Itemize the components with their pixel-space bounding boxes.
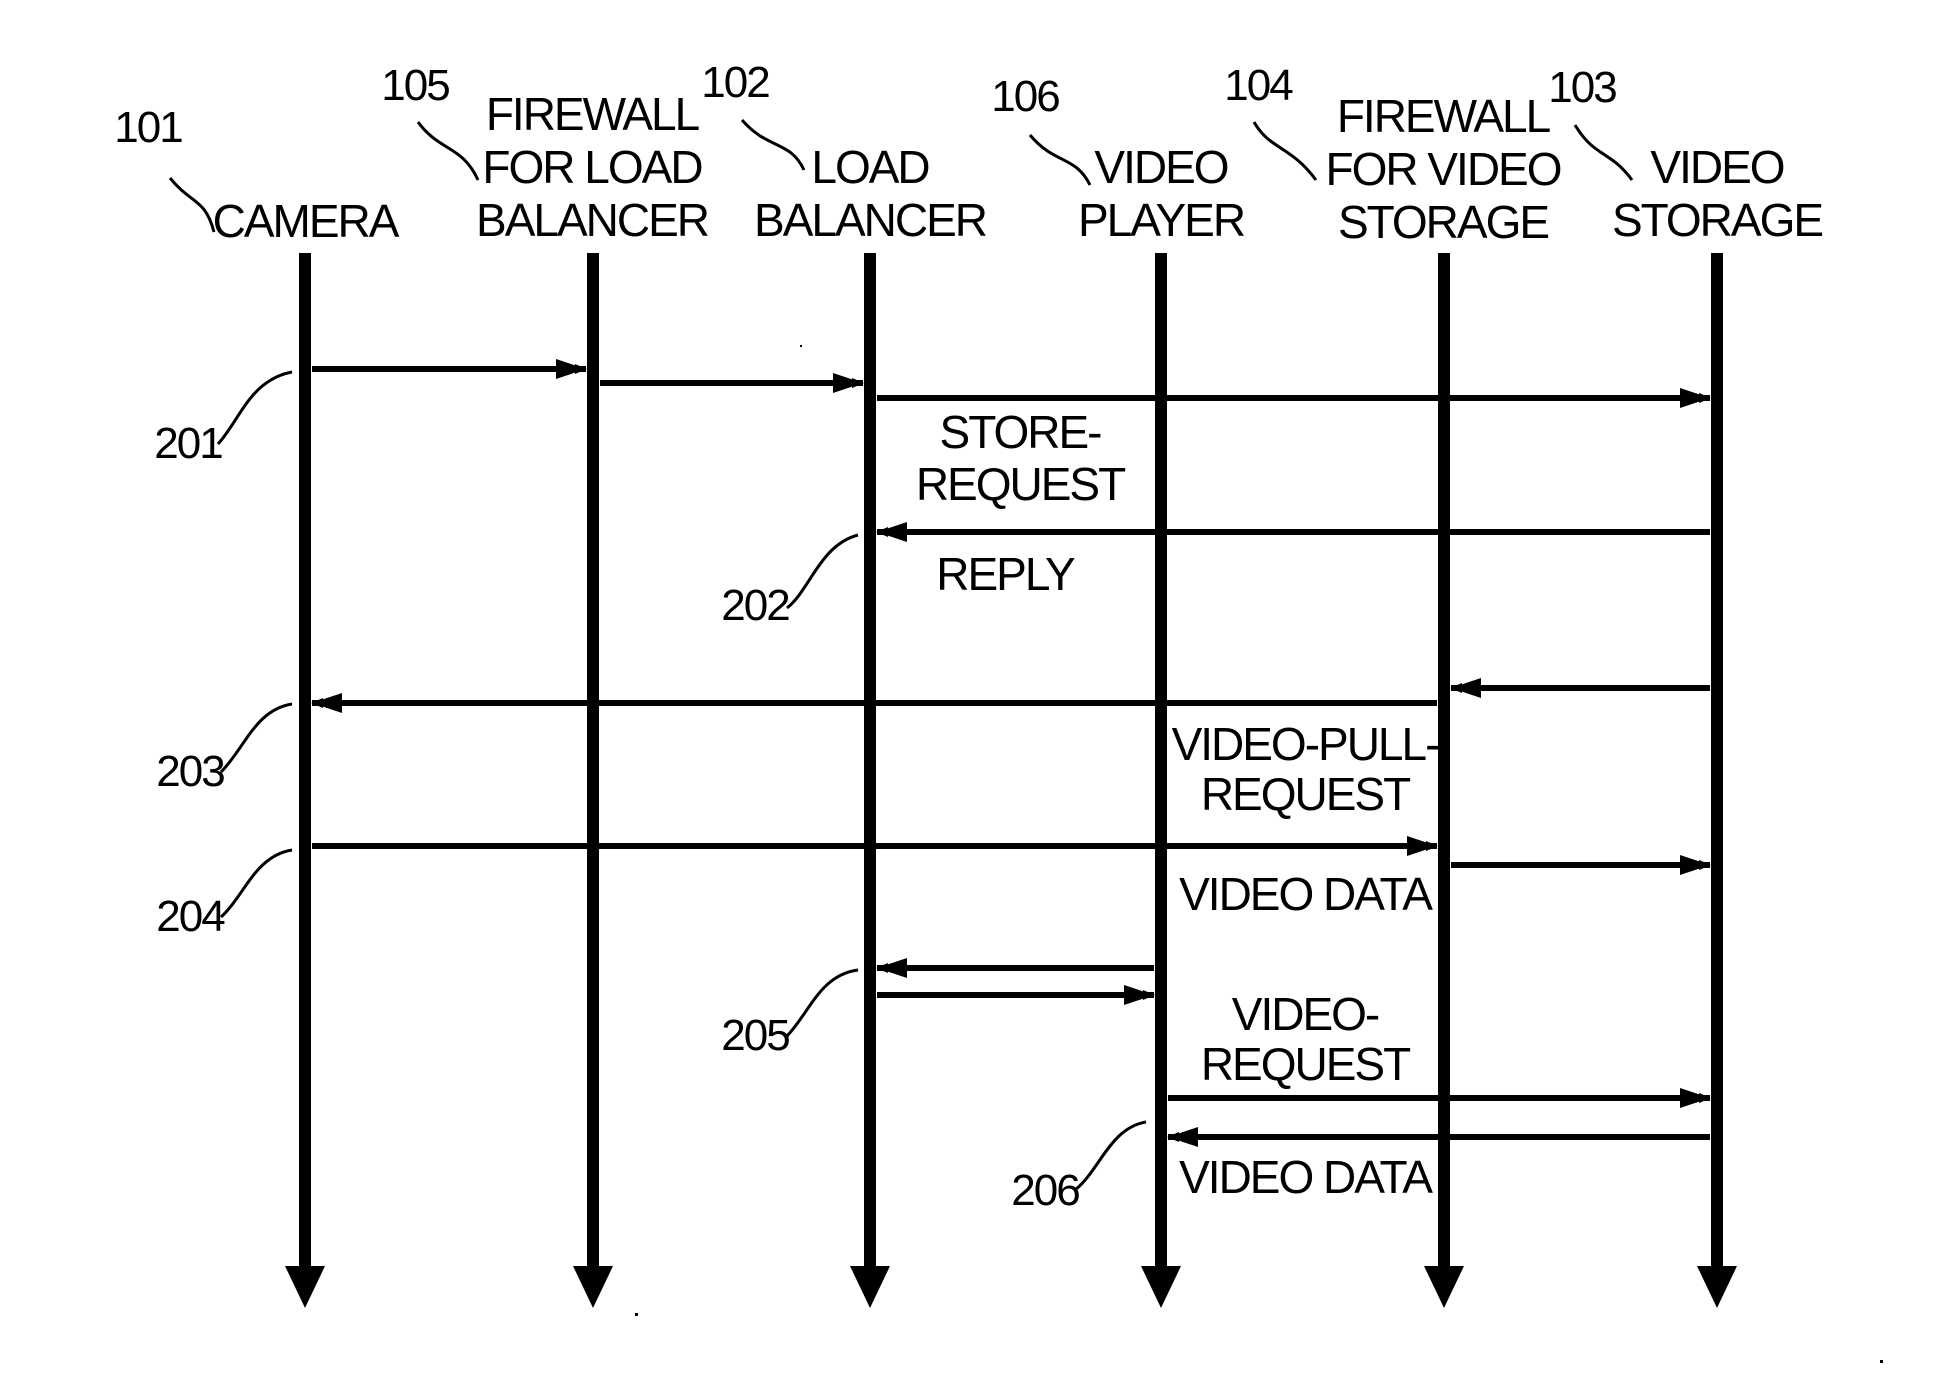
arrowhead-icon: [556, 359, 586, 379]
lifeline-end-arrow-icon: [850, 1266, 890, 1308]
participant-firewall_lb: FIREWALLFOR LOADBALANCER 105: [381, 61, 710, 246]
participant-ref-number: 101: [114, 103, 182, 152]
participant-headers: CAMERA101 FIREWALLFOR LOADBALANCER105LOAD…: [114, 58, 1824, 248]
ref-leader-line: [785, 968, 859, 1038]
participant-label-line: FIREWALL: [486, 88, 700, 140]
sequence-diagram: CAMERA101 FIREWALLFOR LOADBALANCER105LOAD…: [114, 58, 1883, 1363]
ref-leader-line: [216, 370, 293, 446]
arrowhead-icon: [1680, 1088, 1710, 1108]
ref-leader-line: [1028, 134, 1092, 186]
step-ref-number: 203: [156, 747, 224, 796]
arrowhead-icon: [1407, 836, 1437, 856]
participant-label-line: VIDEO: [1650, 141, 1783, 193]
ref-leader-line: [1573, 124, 1634, 181]
messages: STORE-REQUESTREPLYVIDEO-PULL-REQUESTVIDE…: [311, 359, 1711, 1203]
participant-label-line: STORAGE: [1612, 194, 1822, 246]
step-ref-number: 201: [154, 419, 222, 468]
participant-label-line: LOAD: [811, 141, 929, 193]
message-label: VIDEO DATA: [1179, 1151, 1433, 1203]
step-205: [876, 958, 1155, 1005]
scan-speck: [1880, 1360, 1883, 1363]
ref-leader-line: [168, 177, 216, 233]
lifeline-end-arrow-icon: [1697, 1266, 1737, 1308]
lifeline-end-arrow-icon: [573, 1266, 613, 1308]
ref-leader-line: [219, 848, 293, 919]
arrowhead-icon: [877, 958, 907, 978]
scan-speck: [635, 1313, 638, 1316]
arrowhead-icon: [1680, 855, 1710, 875]
participant-label-line: FOR LOAD: [482, 141, 702, 193]
ref-leader-line: [740, 119, 806, 171]
participant-ref-number: 106: [991, 72, 1059, 121]
ref-leader-line: [1252, 121, 1318, 181]
message-label: VIDEO-: [1232, 988, 1379, 1040]
participant-label-line: VIDEO: [1094, 141, 1227, 193]
arrowhead-icon: [877, 522, 907, 542]
message-label: REQUEST: [1201, 1038, 1411, 1090]
message-label: STORE-: [940, 406, 1102, 458]
participant-label-line: BALANCER: [754, 194, 987, 246]
lifeline-end-arrow-icon: [1424, 1266, 1464, 1308]
participant-ref-number: 105: [381, 61, 449, 110]
arrowhead-icon: [1680, 388, 1710, 408]
message-label: REPLY: [936, 548, 1075, 600]
participant-label-line: BALANCER: [476, 194, 709, 246]
participant-label-line: FIREWALL: [1337, 90, 1551, 142]
ref-leader-line: [416, 121, 480, 181]
step-201: STORE-REQUEST: [312, 359, 1711, 510]
ref-leader-line: [219, 702, 293, 774]
participant-firewall_vs: FIREWALLFOR VIDEOSTORAGE 104: [1224, 61, 1562, 248]
step-ref-number: 204: [156, 892, 225, 941]
step-202: REPLY: [876, 522, 1710, 600]
participant-ref-number: 102: [701, 58, 769, 107]
step-204: VIDEO DATA: [312, 836, 1711, 920]
participant-label-line: PLAYER: [1078, 194, 1245, 246]
lifeline-end-arrow-icon: [1141, 1266, 1181, 1308]
arrowhead-icon: [1168, 1127, 1198, 1147]
step-ref-number: 206: [1011, 1166, 1079, 1215]
lifeline-end-arrow-icon: [285, 1266, 325, 1308]
message-label: VIDEO-PULL-: [1172, 718, 1440, 770]
participant-ref-number: 103: [1548, 63, 1616, 112]
arrowhead-icon: [312, 693, 342, 713]
participant-ref-number: 104: [1224, 61, 1293, 110]
participant-label-line: FOR VIDEO: [1325, 143, 1560, 195]
participant-video_player: VIDEOPLAYER 106: [991, 72, 1247, 246]
ref-leader-line: [1074, 1120, 1147, 1192]
message-label: REQUEST: [916, 458, 1126, 510]
step-ref-number: 205: [721, 1011, 789, 1060]
arrowhead-icon: [1124, 985, 1154, 1005]
scan-speck: [800, 345, 802, 347]
message-label: VIDEO DATA: [1179, 868, 1433, 920]
message-label: REQUEST: [1201, 768, 1411, 820]
step-203: VIDEO-PULL-REQUEST: [311, 678, 1710, 820]
arrowhead-icon: [1451, 678, 1481, 698]
ref-leader-line: [786, 533, 859, 610]
participant-load_balancer: LOADBALANCER 102: [701, 58, 988, 246]
participant-video_storage: VIDEOSTORAGE 103: [1548, 63, 1824, 246]
participant-camera: CAMERA 101: [114, 103, 401, 247]
participant-label-line: CAMERA: [213, 195, 400, 247]
arrowhead-icon: [833, 373, 863, 393]
step-ref-number: 202: [721, 581, 789, 630]
participant-label-line: STORAGE: [1338, 196, 1548, 248]
